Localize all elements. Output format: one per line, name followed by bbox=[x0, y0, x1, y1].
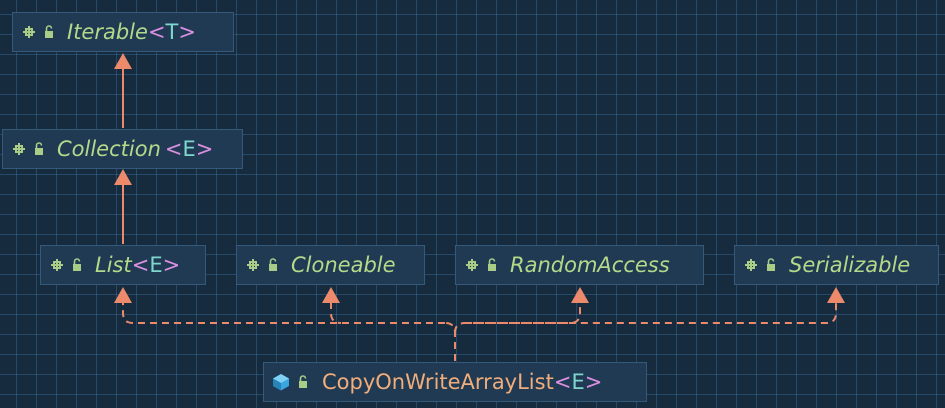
arrowhead-cloneable bbox=[322, 287, 340, 303]
node-list[interactable]: List < E > bbox=[40, 245, 206, 285]
node-serializable-name: Serializable bbox=[789, 253, 911, 277]
open-bracket: < bbox=[147, 20, 166, 44]
close-bracket: > bbox=[178, 20, 196, 44]
node-random-access[interactable]: RandomAccess bbox=[455, 245, 704, 285]
interface-icon bbox=[11, 141, 45, 157]
edge-cow-cloneable bbox=[330, 302, 342, 324]
node-collection[interactable]: Collection < E > bbox=[2, 129, 243, 169]
arrowhead-collection bbox=[114, 169, 132, 185]
interface-icon bbox=[743, 257, 777, 273]
interface-icon bbox=[464, 257, 498, 273]
class-icon bbox=[272, 373, 310, 391]
node-random-access-name: RandomAccess bbox=[510, 253, 670, 277]
node-copy-on-write-array-list[interactable]: CopyOnWriteArrayList < E > bbox=[263, 362, 647, 402]
arrowhead-list bbox=[114, 287, 132, 303]
node-serializable[interactable]: Serializable bbox=[734, 245, 939, 285]
edge-cow-list bbox=[122, 302, 445, 324]
node-list-name: List bbox=[95, 253, 132, 277]
edge-cow-trunk bbox=[444, 322, 456, 361]
interface-icon bbox=[49, 257, 83, 273]
arrowhead-randomaccess bbox=[571, 287, 589, 303]
open-bracket: < bbox=[131, 253, 150, 277]
node-copy-on-write-name: CopyOnWriteArrayList bbox=[322, 370, 554, 394]
node-copy-on-write-generic: E bbox=[571, 370, 585, 394]
open-bracket: < bbox=[164, 137, 183, 161]
arrowhead-serializable bbox=[827, 287, 845, 303]
node-collection-name: Collection bbox=[57, 137, 161, 161]
close-bracket: > bbox=[584, 370, 603, 394]
node-list-generic: E bbox=[149, 253, 163, 277]
close-bracket: > bbox=[195, 137, 214, 161]
edge-cow-serializable bbox=[454, 302, 837, 334]
inheritance-edges bbox=[114, 53, 845, 361]
node-cloneable-name: Cloneable bbox=[291, 253, 396, 277]
edge-implements-group bbox=[122, 302, 837, 361]
open-bracket: < bbox=[553, 370, 572, 394]
node-iterable-name: Iterable bbox=[67, 20, 148, 44]
arrowhead-iterable bbox=[114, 53, 132, 69]
node-cloneable[interactable]: Cloneable bbox=[236, 245, 425, 285]
edge-cow-randomaccess bbox=[465, 302, 581, 324]
interface-icon bbox=[21, 24, 55, 40]
node-collection-generic: E bbox=[182, 137, 196, 161]
node-iterable[interactable]: Iterable < T > bbox=[12, 12, 234, 52]
node-iterable-generic: T bbox=[165, 20, 179, 44]
close-bracket: > bbox=[162, 253, 181, 277]
interface-icon bbox=[245, 257, 279, 273]
